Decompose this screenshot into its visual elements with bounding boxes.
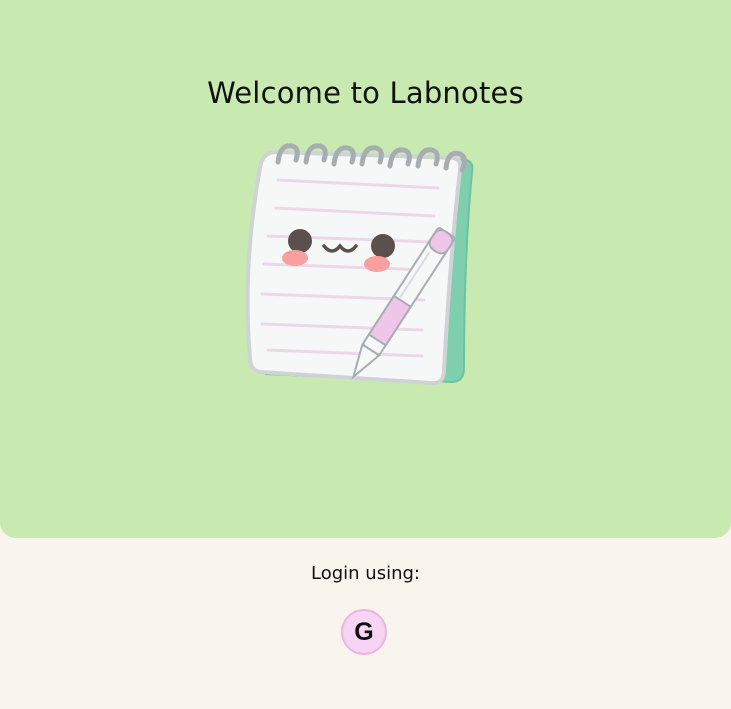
notepad-illustration	[245, 143, 474, 386]
login-label: Login using:	[311, 563, 420, 584]
welcome-hero: Welcome to Labnotes	[0, 0, 731, 538]
page-title: Welcome to Labnotes	[207, 76, 524, 110]
google-icon: G	[354, 618, 374, 646]
google-login-button[interactable]: G	[341, 609, 387, 655]
